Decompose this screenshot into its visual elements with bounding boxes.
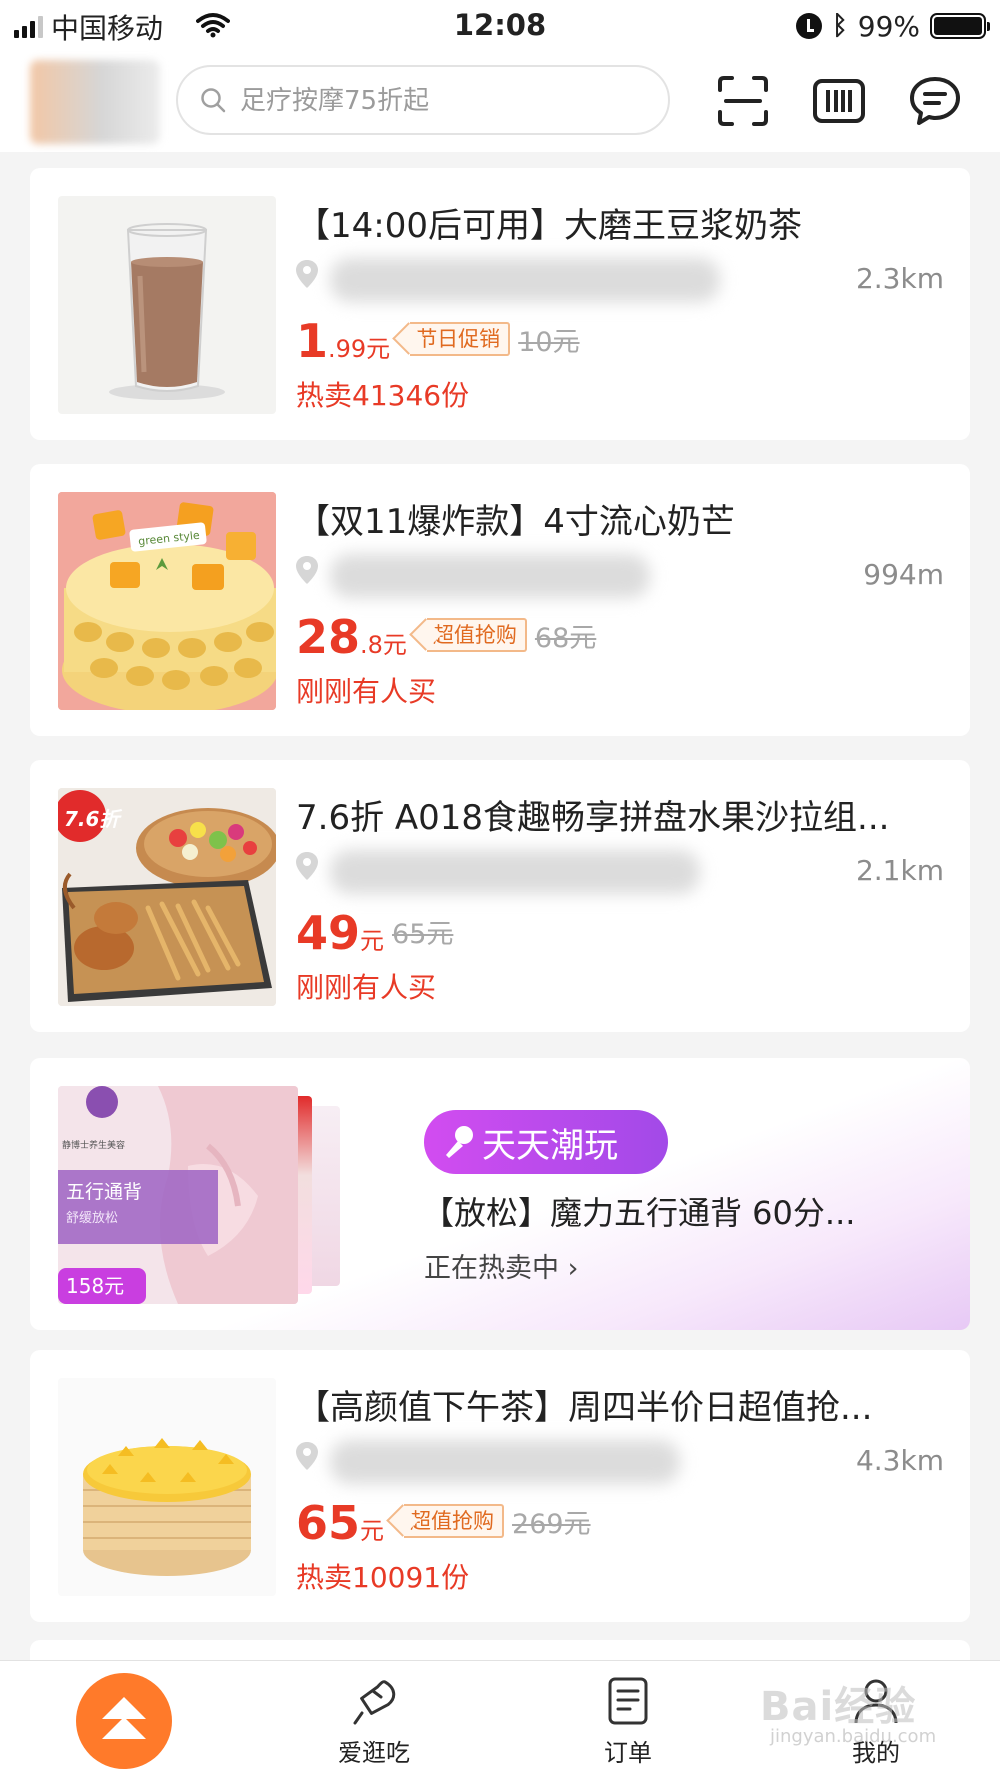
location-pin-icon xyxy=(296,260,318,288)
promo-tag: 超值抢购 xyxy=(404,1504,505,1538)
deal-title: 【高颜值下午茶】周四半价日超值抢... xyxy=(296,1388,873,1428)
deal-card[interactable]: 7.6折 7.6折 A018食趣畅享拼盘水果沙拉组... 2.1km 49 元 … xyxy=(30,760,970,1032)
location-pin-icon xyxy=(296,1442,318,1470)
search-icon xyxy=(201,88,226,113)
search-input[interactable] xyxy=(240,79,640,123)
home-tab[interactable] xyxy=(76,1673,172,1769)
promo-title: 【放松】魔力五行通背 60分... xyxy=(422,1194,856,1232)
alarm-icon xyxy=(796,13,823,39)
scan-icon[interactable] xyxy=(716,74,770,128)
deal-title: 【双11爆炸款】4寸流心奶芒 xyxy=(296,502,735,542)
city-selector[interactable] xyxy=(30,60,160,144)
bluetooth-icon: ᛒ xyxy=(832,11,848,41)
price-integer: 49 xyxy=(296,906,361,960)
price-decimal: .8元 xyxy=(360,631,407,659)
sales-count: 热卖41346份 xyxy=(296,379,470,412)
deal-image xyxy=(58,196,276,414)
promo-tag: 节日促销 xyxy=(410,322,511,356)
deal-card[interactable]: 【14:00后可用】大磨王豆浆奶茶 2.3km 1 .99元 节日促销 10元 … xyxy=(30,168,970,440)
tab-label: 爱逛吃 xyxy=(338,1739,410,1767)
shop-address-blurred xyxy=(330,258,720,302)
deal-card[interactable]: green style 【双11爆炸款】4寸流心奶芒 994m 28 .8元 超… xyxy=(30,464,970,736)
distance: 4.3km xyxy=(855,1444,944,1477)
deal-image xyxy=(58,1378,276,1596)
promo-card[interactable]: 静博士养生美容 五行通背 舒缓放松 158元 天天潮玩 【放松】魔力五行通背 6… xyxy=(30,1058,970,1330)
promo-tag: 超值抢购 xyxy=(426,618,527,652)
promo-subtitle-link[interactable]: 正在热卖中 › xyxy=(424,1246,578,1285)
sales-count: 热卖10091份 xyxy=(296,1561,470,1594)
shop-address-blurred xyxy=(330,1440,680,1484)
microphone-icon xyxy=(446,1126,473,1158)
image-discount-badge: 7.6折 xyxy=(64,807,122,831)
tab-orders[interactable]: 订单 xyxy=(548,1675,708,1768)
location-pin-icon xyxy=(296,852,318,880)
promo-image-stack xyxy=(312,1106,340,1286)
battery-icon xyxy=(930,13,990,39)
watermark-url: jingyan.baidu.com xyxy=(770,1726,937,1747)
search-bar[interactable] xyxy=(176,65,670,135)
shop-address-blurred xyxy=(330,554,650,598)
barcode-icon[interactable] xyxy=(812,74,866,128)
price-row: 49 元 65元 xyxy=(296,902,453,956)
watermark: Bai经验 xyxy=(760,1684,917,1730)
price-row: 65 元 超值抢购 269元 xyxy=(296,1492,591,1546)
deal-card[interactable]: 【高颜值下午茶】周四半价日超值抢... 4.3km 65 元 超值抢购 269元… xyxy=(30,1350,970,1622)
original-price: 65元 xyxy=(392,919,454,950)
message-icon[interactable] xyxy=(908,74,962,128)
popsicle-icon xyxy=(353,1680,396,1725)
status-right: ᛒ 99% xyxy=(796,8,990,44)
price-integer: 28 xyxy=(296,610,361,664)
original-price: 10元 xyxy=(518,327,580,358)
original-price: 269元 xyxy=(512,1509,591,1540)
price-decimal: 元 xyxy=(360,927,385,955)
double-chevron-up-icon xyxy=(102,1697,146,1739)
shop-address-blurred xyxy=(330,850,700,894)
location-pin-icon xyxy=(296,556,318,584)
deal-title: 【14:00后可用】大磨王豆浆奶茶 xyxy=(296,206,802,246)
distance: 994m xyxy=(863,558,944,591)
sales-count: 刚刚有人买 xyxy=(296,971,437,1004)
price-row: 1 .99元 节日促销 10元 xyxy=(296,310,580,364)
promo-image-stack xyxy=(298,1096,312,1294)
tab-aiguangchi[interactable]: 爱逛吃 xyxy=(294,1675,454,1768)
deal-image: 7.6折 xyxy=(58,788,276,1006)
price-row: 28 .8元 超值抢购 68元 xyxy=(296,606,596,660)
promo-image: 静博士养生美容 五行通背 舒缓放松 158元 xyxy=(58,1086,298,1304)
promo-badge-label: 天天潮玩 xyxy=(482,1125,618,1166)
original-price: 68元 xyxy=(534,623,597,654)
distance: 2.1km xyxy=(855,854,944,887)
deal-title: 7.6折 A018食趣畅享拼盘水果沙拉组... xyxy=(296,798,890,838)
order-list-icon xyxy=(608,1677,648,1725)
top-header xyxy=(0,52,1000,152)
deal-image: green style xyxy=(58,492,276,710)
promo-image-brand: 静博士养生美容 xyxy=(62,1139,125,1151)
promo-image-price: 158元 xyxy=(66,1274,124,1298)
price-decimal: .99元 xyxy=(328,335,391,363)
battery-percent: 99% xyxy=(857,9,920,43)
promo-badge: 天天潮玩 xyxy=(424,1110,668,1174)
price-integer: 65 xyxy=(296,1496,361,1550)
tab-label: 订单 xyxy=(604,1739,652,1767)
promo-image-sub: 舒缓放松 xyxy=(66,1211,118,1226)
price-integer: 1 xyxy=(296,314,329,368)
sales-count: 刚刚有人买 xyxy=(296,675,437,708)
promo-image-heading: 五行通背 xyxy=(66,1181,142,1203)
price-decimal: 元 xyxy=(360,1517,385,1545)
status-bar: 中国移动 12:08 ᛒ 99% xyxy=(0,0,1000,52)
distance: 2.3km xyxy=(855,262,944,295)
